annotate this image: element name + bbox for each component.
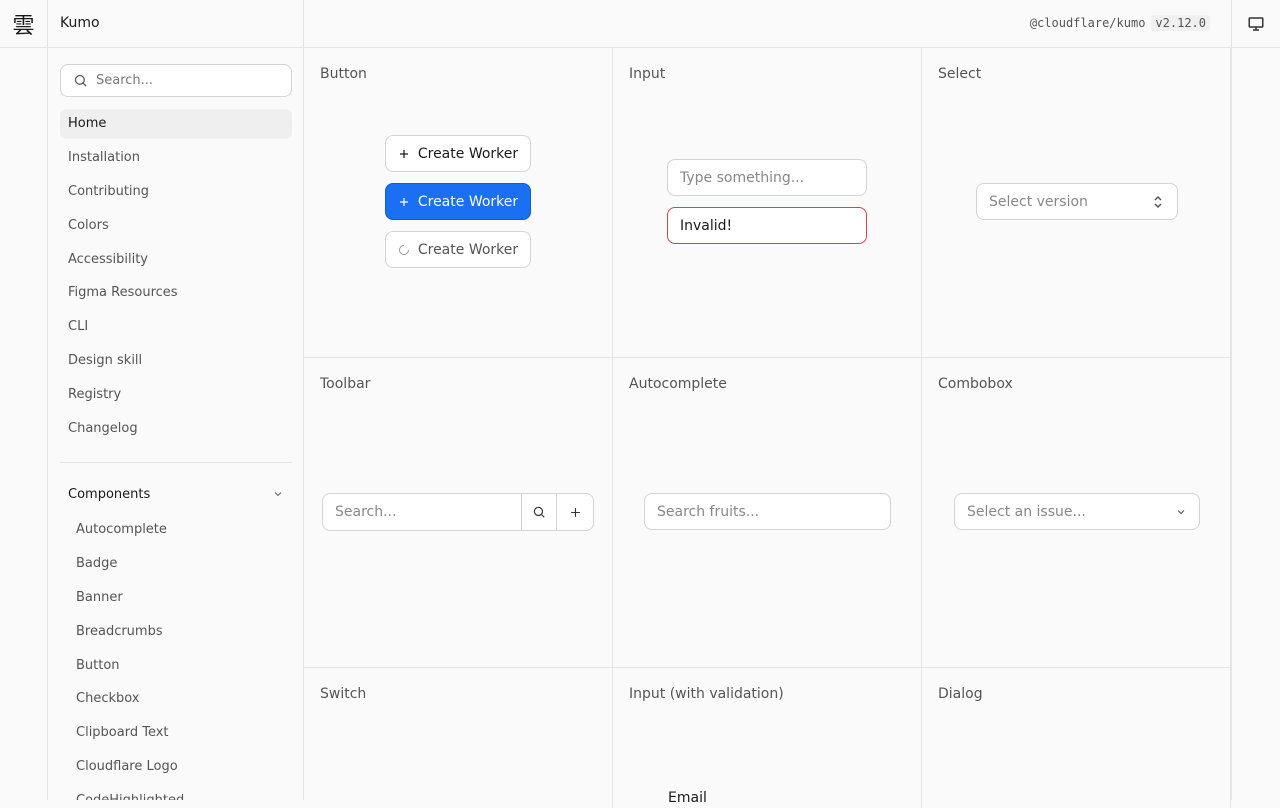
- create-worker-primary-button[interactable]: Create Worker: [385, 183, 531, 220]
- cell-button[interactable]: Button Create Worker Create Worker Creat…: [304, 48, 613, 358]
- combobox-placeholder: Select an issue...: [967, 503, 1086, 520]
- sidebar-item-clipboard-text[interactable]: Clipboard Text: [68, 718, 292, 748]
- sidebar-item-changelog[interactable]: Changelog: [60, 414, 292, 444]
- sidebar-item-codehighlighted[interactable]: CodeHighlighted: [68, 786, 292, 800]
- sidebar-item-figma-resources[interactable]: Figma Resources: [60, 278, 292, 308]
- package-name: @cloudflare/kumo: [1029, 16, 1146, 30]
- input-placeholder: Type something...: [680, 169, 805, 186]
- sidebar: Home Installation Contributing Colors Ac…: [48, 48, 304, 800]
- select-placeholder: Select version: [989, 193, 1088, 210]
- top-bar: 雲 Kumo @cloudflare/kumo v2.12.0: [0, 0, 1280, 48]
- cell-title: Toolbar: [320, 376, 371, 392]
- input-value: Invalid!: [680, 217, 733, 234]
- sidebar-item-cloudflare-logo[interactable]: Cloudflare Logo: [68, 752, 292, 782]
- fruit-autocomplete-input[interactable]: Search fruits...: [644, 493, 891, 530]
- button-label: Create Worker: [417, 145, 519, 162]
- component-grid: Button Create Worker Create Worker Creat…: [304, 48, 1231, 808]
- search-input[interactable]: [96, 73, 276, 88]
- sidebar-item-design-skill[interactable]: Design skill: [60, 346, 292, 376]
- components-list: Autocomplete Badge Banner Breadcrumbs Bu…: [68, 515, 292, 800]
- cell-title: Autocomplete: [629, 376, 727, 392]
- sidebar-item-home[interactable]: Home: [60, 109, 292, 139]
- plus-icon: [399, 149, 408, 158]
- toolbar-search-button[interactable]: [522, 494, 558, 530]
- chevron-down-icon: [1177, 509, 1185, 514]
- sidebar-item-colors[interactable]: Colors: [60, 211, 292, 241]
- chevron-down-icon: [274, 492, 282, 497]
- cell-combobox[interactable]: Combobox Select an issue...: [922, 358, 1231, 668]
- search-icon: [74, 74, 87, 87]
- cell-switch[interactable]: Switch: [304, 668, 613, 808]
- components-section-toggle[interactable]: Components: [60, 480, 292, 508]
- app-title: Kumo: [60, 15, 100, 31]
- search-icon: [533, 506, 545, 518]
- sidebar-item-badge[interactable]: Badge: [68, 549, 292, 579]
- cell-title: Input (with validation): [629, 686, 784, 702]
- cell-input-validation[interactable]: Input (with validation) Email: [613, 668, 922, 808]
- toolbar-search-input[interactable]: Search...: [323, 494, 522, 530]
- invalid-input[interactable]: Invalid!: [667, 207, 867, 244]
- cell-select[interactable]: Select Select version: [922, 48, 1231, 358]
- button-label: Create Worker: [417, 241, 519, 258]
- cell-input[interactable]: Input Type something... Invalid!: [613, 48, 922, 358]
- cell-autocomplete[interactable]: Autocomplete Search fruits...: [613, 358, 922, 668]
- sidebar-item-banner[interactable]: Banner: [68, 583, 292, 613]
- button-label: Create Worker: [417, 193, 519, 210]
- issue-combobox[interactable]: Select an issue...: [954, 493, 1200, 530]
- title-divider: [303, 0, 304, 48]
- cell-title: Select: [938, 66, 982, 82]
- cell-title: Combobox: [938, 376, 1013, 392]
- package-info: @cloudflare/kumo v2.12.0: [1030, 15, 1210, 31]
- toolbar-add-button[interactable]: [557, 494, 593, 530]
- sidebar-item-installation[interactable]: Installation: [60, 143, 292, 173]
- sidebar-item-checkbox[interactable]: Checkbox: [68, 684, 292, 714]
- plus-icon: [570, 507, 580, 517]
- sidebar-item-button[interactable]: Button: [68, 651, 292, 681]
- kumo-logo[interactable]: 雲: [0, 0, 48, 48]
- cell-title: Input: [629, 66, 666, 82]
- cell-title: Switch: [320, 686, 367, 702]
- toolbar: Search...: [322, 493, 594, 531]
- chevron-up-down-icon: [1154, 195, 1162, 208]
- sidebar-divider: [60, 462, 292, 463]
- spinner-icon: [398, 244, 409, 255]
- sidebar-item-contributing[interactable]: Contributing: [60, 177, 292, 207]
- toolbar-placeholder: Search...: [335, 504, 397, 520]
- autocomplete-placeholder: Search fruits...: [657, 503, 760, 520]
- text-input[interactable]: Type something...: [667, 159, 867, 196]
- package-version: v2.12.0: [1151, 15, 1210, 31]
- sidebar-item-breadcrumbs[interactable]: Breadcrumbs: [68, 617, 292, 647]
- right-rail: [1231, 48, 1280, 800]
- cell-title: Button: [320, 66, 367, 82]
- cell-dialog[interactable]: Dialog: [922, 668, 1231, 808]
- sidebar-item-registry[interactable]: Registry: [60, 380, 292, 410]
- sidebar-search[interactable]: [60, 64, 292, 97]
- monitor-icon: [1248, 17, 1264, 31]
- sidebar-item-autocomplete[interactable]: Autocomplete: [68, 515, 292, 545]
- components-section-label: Components: [68, 486, 151, 502]
- create-worker-outline-button[interactable]: Create Worker: [385, 135, 531, 172]
- left-rail: [0, 48, 48, 800]
- create-worker-loading-button[interactable]: Create Worker: [385, 231, 531, 268]
- sidebar-item-cli[interactable]: CLI: [60, 312, 292, 342]
- sidebar-nav: Home Installation Contributing Colors Ac…: [60, 109, 292, 448]
- theme-toggle-button[interactable]: [1231, 0, 1280, 48]
- plus-icon: [399, 197, 408, 206]
- sidebar-item-accessibility[interactable]: Accessibility: [60, 245, 292, 275]
- version-select[interactable]: Select version: [976, 183, 1178, 220]
- cell-title: Dialog: [938, 686, 983, 702]
- email-label: Email: [668, 790, 707, 806]
